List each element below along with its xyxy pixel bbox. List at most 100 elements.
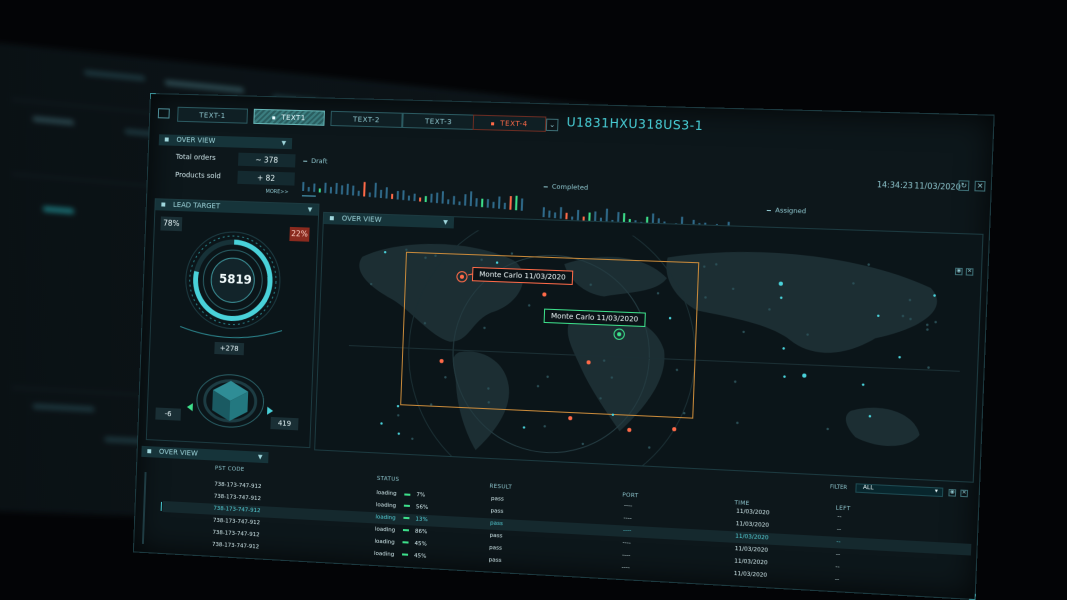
map-dot — [380, 422, 383, 425]
products-sold-value: + 82 — [237, 170, 295, 186]
map-dot — [397, 432, 401, 435]
map-dot — [542, 292, 547, 297]
status-bar — [447, 199, 450, 205]
map-dot — [861, 383, 865, 387]
cell-result: pass — [490, 508, 504, 515]
status-bar — [346, 183, 349, 196]
total-orders-label: Total orders — [175, 152, 216, 163]
cell-code: 738-173-747-912 — [211, 541, 260, 550]
cell-port: ---- — [621, 564, 630, 571]
refresh-icon[interactable]: ↻ — [958, 180, 970, 192]
col-result[interactable]: RESULT — [489, 484, 512, 491]
map-dot — [546, 375, 549, 379]
map-dot — [898, 355, 901, 359]
map-dot — [926, 328, 929, 331]
status-bar — [391, 193, 394, 200]
cell-percent: 13% — [415, 516, 428, 523]
more-link[interactable]: MORE>> — [265, 189, 288, 196]
status-bar — [385, 187, 388, 199]
map-dot — [397, 414, 400, 417]
selected-marker — [160, 501, 162, 511]
cell-left: -- — [835, 563, 840, 571]
status-bar — [363, 181, 366, 197]
status-bar — [379, 189, 383, 199]
col-pst-code[interactable]: PST CODE — [215, 466, 245, 474]
cell-port: ---- — [622, 527, 632, 534]
lead-target-header[interactable]: LEAD TARGET ▼ — [155, 199, 319, 216]
map-dot — [783, 375, 786, 378]
filter-label: FILTER — [829, 484, 848, 492]
cell-status: loading — [374, 538, 395, 546]
caret-down-icon[interactable]: ▼ — [443, 217, 448, 228]
clock-time: 14:34:23 — [876, 179, 914, 191]
overview-header[interactable]: OVER VIEW ▼ — [158, 134, 293, 150]
status-bar — [307, 186, 310, 192]
tab-text-2[interactable]: TEXT-2 — [330, 110, 403, 128]
close-icon[interactable]: ✕ — [960, 489, 969, 498]
map-dot — [647, 446, 651, 449]
status-bar — [553, 212, 557, 219]
map-dot — [742, 330, 745, 334]
settings-icon[interactable]: ◉ — [948, 488, 957, 497]
table-header[interactable]: OVER VIEW ▼ — [141, 445, 269, 464]
status-bar — [492, 201, 495, 209]
col-status[interactable]: STATUS — [377, 476, 400, 483]
close-icon[interactable]: ✕ — [974, 180, 986, 192]
status-bar — [515, 195, 518, 211]
lead-target-title: LEAD TARGET — [172, 200, 221, 211]
cell-result: pass — [488, 556, 502, 564]
status-bar — [407, 195, 411, 201]
status-bar — [486, 199, 490, 208]
warn-dot-icon — [491, 121, 495, 125]
caret-down-icon[interactable]: ▼ — [308, 204, 313, 215]
status-bar — [469, 191, 473, 207]
tab-text1-label: TEXT1 — [281, 113, 306, 123]
filter-select[interactable]: ALL ▾ — [855, 483, 944, 498]
status-bar — [357, 190, 360, 197]
tab-text1[interactable]: TEXT1 — [253, 108, 325, 126]
cell-left: -- — [835, 551, 841, 558]
chevron-down-icon[interactable]: ⌄ — [545, 118, 559, 132]
table-scrollbar[interactable] — [141, 472, 147, 544]
cell-status: loading — [376, 489, 397, 498]
frame-corner — [969, 593, 976, 600]
cell-percent: 7% — [416, 492, 426, 499]
map-dot — [782, 347, 785, 350]
cell-left: -- — [836, 538, 841, 546]
tab-text-3[interactable]: TEXT-3 — [402, 112, 476, 130]
map-dot — [543, 425, 547, 428]
status-bar — [352, 185, 355, 196]
map-dot — [934, 320, 938, 324]
tab-text-4-label: TEXT-4 — [500, 119, 528, 129]
caret-down-icon[interactable]: ▼ — [258, 452, 263, 463]
status-bar — [419, 197, 422, 202]
cell-percent: 56% — [415, 504, 429, 511]
status-progress-icon — [402, 550, 412, 562]
filter-value: ALL — [862, 484, 874, 492]
col-port[interactable]: PORT — [622, 492, 638, 499]
cell-time: 11/03/2020 — [735, 533, 769, 542]
cell-result: pass — [489, 544, 503, 552]
status-bar — [329, 186, 333, 194]
status-progress-icon — [402, 526, 413, 538]
status-bar — [430, 193, 433, 203]
cell-port: ---- — [621, 551, 631, 559]
map-dot — [568, 416, 573, 421]
tab-text-4[interactable]: TEXT-4 — [472, 114, 547, 132]
status-progress-icon — [404, 489, 414, 501]
map-panel: OVER VIEW ▼ ◉ ✕ Monte Carlo 11/03/2020 M… — [314, 211, 984, 483]
caret-down-icon[interactable]: ▼ — [281, 138, 286, 149]
cell-time: 11/03/2020 — [735, 520, 770, 529]
map-dot — [483, 326, 486, 330]
cell-left: -- — [837, 513, 842, 521]
cell-percent: 86% — [414, 528, 428, 536]
device-id: U1831HXU318US3-1 — [566, 115, 704, 134]
menu-icon[interactable] — [157, 108, 170, 119]
active-dot-icon — [272, 115, 276, 119]
top-value-box: +278 — [214, 341, 245, 356]
cell-result: pass — [489, 532, 503, 540]
tab-text-1[interactable]: TEXT-1 — [177, 106, 249, 124]
lead-target-panel: LEAD TARGET ▼ 78% 22% 5819 +278 -6 419 — [145, 198, 320, 449]
status-progress-icon — [403, 501, 414, 513]
cell-left: -- — [836, 526, 842, 533]
